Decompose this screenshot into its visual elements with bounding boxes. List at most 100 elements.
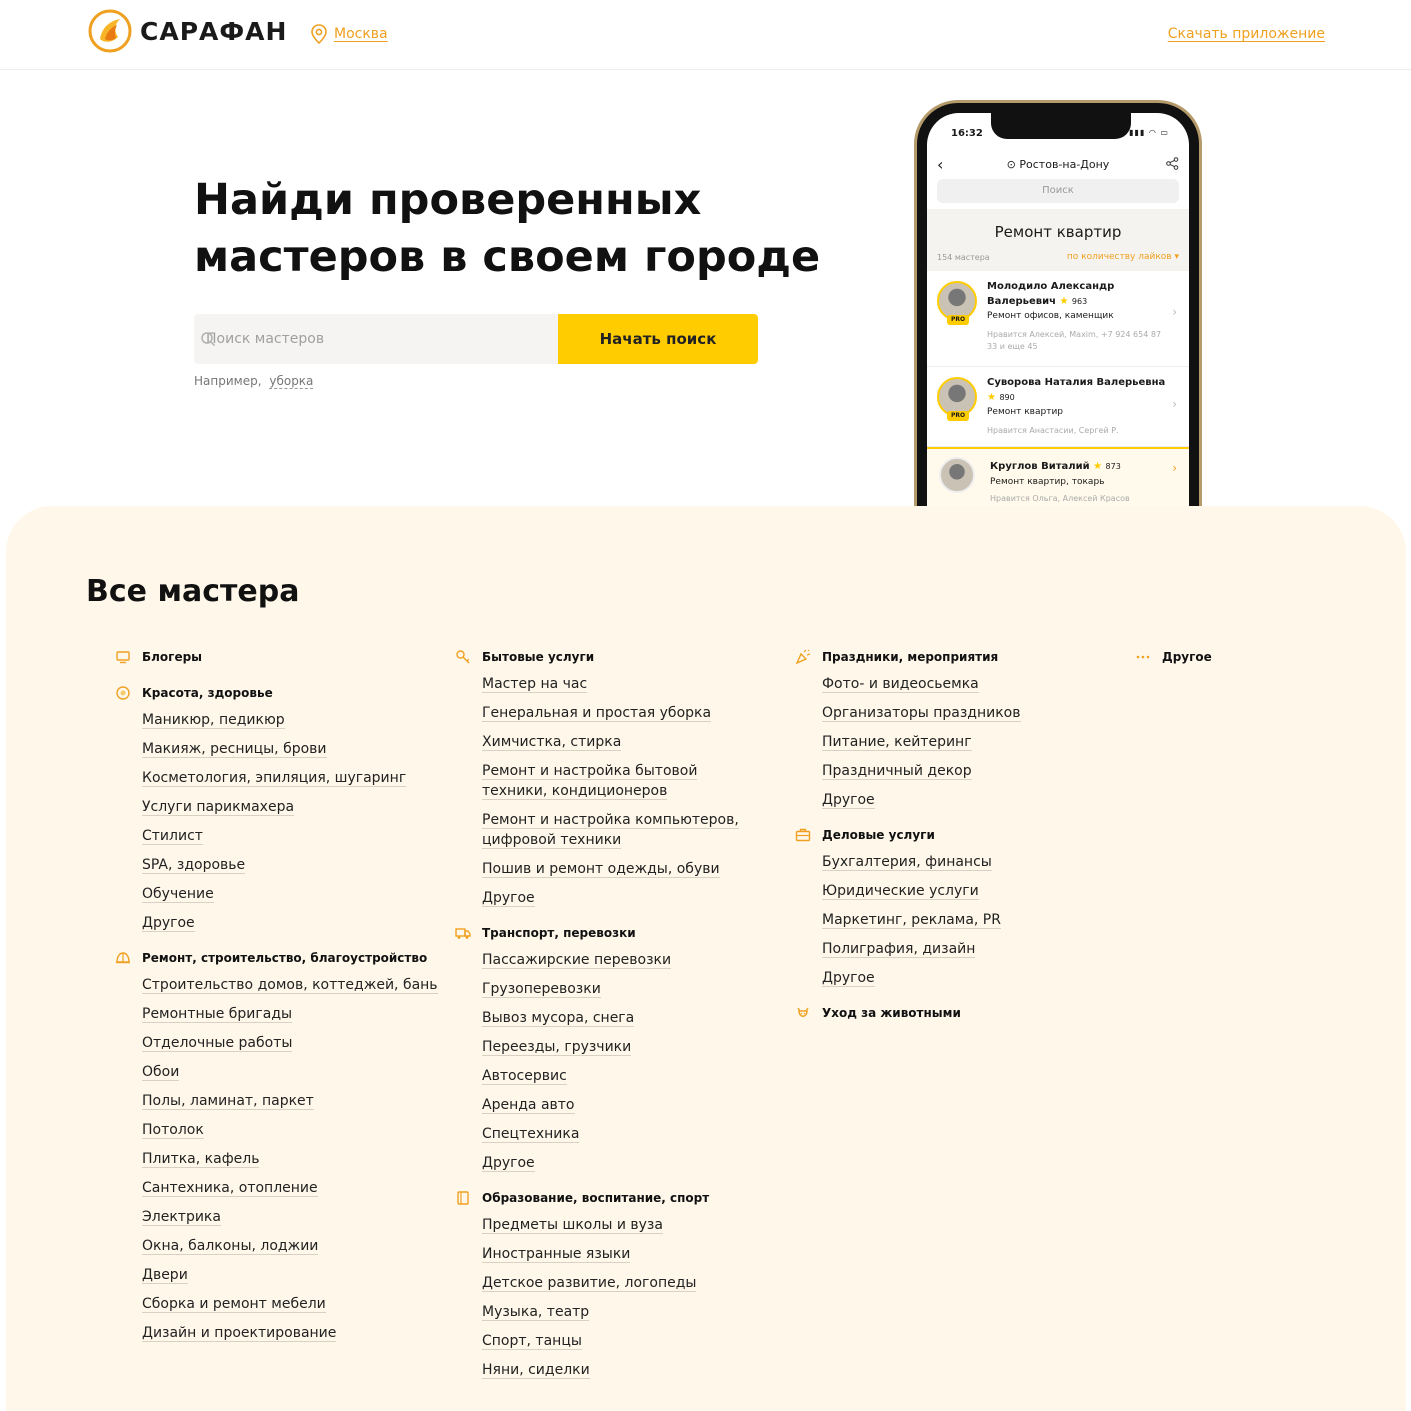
subcategory-item: Другое bbox=[822, 790, 1102, 810]
subcategory-link[interactable]: Пассажирские перевозки bbox=[482, 952, 672, 969]
subcategory-link[interactable]: Электрика bbox=[142, 1209, 221, 1226]
subcategory-link[interactable]: Другое bbox=[482, 890, 535, 907]
category-title[interactable]: Бытовые услуги bbox=[482, 650, 594, 664]
subcategory-item: Полиграфия, дизайн bbox=[822, 939, 1102, 959]
category-header[interactable]: Праздники, мероприятия bbox=[795, 646, 1102, 668]
subcategory-item: Праздничный декор bbox=[822, 761, 1102, 781]
subcategory-link[interactable]: Полы, ламинат, паркет bbox=[142, 1093, 314, 1110]
logo[interactable]: САРАФАН bbox=[88, 9, 287, 53]
subcategory-link[interactable]: Автосервис bbox=[482, 1068, 567, 1085]
subcategory-link[interactable]: Аренда авто bbox=[482, 1097, 575, 1114]
hero-title-line-1: Найди проверенных bbox=[194, 175, 702, 225]
subcategory-link[interactable]: Потолок bbox=[142, 1122, 204, 1139]
master-job: Ремонт квартир, токарь bbox=[990, 477, 1105, 487]
category-header[interactable]: Бытовые услуги bbox=[456, 646, 762, 668]
subcategory-link[interactable]: Музыка, театр bbox=[482, 1304, 590, 1321]
subcategory-link[interactable]: Химчистка, стирка bbox=[482, 734, 622, 751]
subcategory-link[interactable]: Праздничный декор bbox=[822, 763, 972, 780]
subcategory-link[interactable]: Генеральная и простая уборка bbox=[482, 705, 712, 722]
subcategory-item: Мастер на час bbox=[482, 674, 762, 694]
subcategory-link[interactable]: Дизайн и проектирование bbox=[142, 1325, 337, 1342]
subcategory-link[interactable]: Переезды, грузчики bbox=[482, 1039, 632, 1056]
category-group: Ремонт, строительство, благоустройство Ст… bbox=[116, 947, 442, 1343]
subcategory-link[interactable]: Питание, кейтеринг bbox=[822, 734, 972, 751]
category-header[interactable]: Уход за животными bbox=[797, 1002, 1102, 1024]
subcategory-link[interactable]: Маркетинг, реклама, PR bbox=[822, 912, 1001, 929]
subcategory-link[interactable]: Стилист bbox=[142, 828, 203, 845]
subcategory-link[interactable]: Обои bbox=[142, 1064, 180, 1081]
category-header[interactable]: Другое bbox=[1136, 646, 1362, 668]
category-title[interactable]: Праздники, мероприятия bbox=[822, 650, 998, 664]
subcategory-link[interactable]: Юридические услуги bbox=[822, 883, 979, 900]
category-title[interactable]: Блогеры bbox=[142, 650, 202, 664]
subcategory-link[interactable]: Двери bbox=[142, 1267, 188, 1284]
pro-badge: PRO bbox=[947, 411, 969, 421]
subcategory-link[interactable]: Косметология, эпиляция, шугаринг bbox=[142, 770, 407, 787]
helmet-icon bbox=[114, 949, 132, 967]
subcategory-link[interactable]: SPA, здоровье bbox=[142, 857, 246, 874]
category-title[interactable]: Ремонт, строительство, благоустройство bbox=[142, 951, 427, 965]
example-link[interactable]: уборка bbox=[269, 374, 314, 389]
search-icon bbox=[201, 332, 216, 347]
category-header[interactable]: Транспорт, перевозки bbox=[455, 922, 762, 944]
subcategory-link[interactable]: Предметы школы и вуза bbox=[482, 1217, 663, 1234]
subcategory-link[interactable]: Окна, балконы, лоджии bbox=[142, 1238, 319, 1255]
city-link[interactable]: Москва bbox=[334, 26, 388, 42]
subcategory-item: Сборка и ремонт мебели bbox=[142, 1294, 442, 1314]
chevron-right-icon: › bbox=[1172, 397, 1177, 411]
monitor-icon bbox=[114, 648, 132, 666]
subcategory-item: Организаторы праздников bbox=[822, 703, 1102, 723]
phone-notch bbox=[991, 113, 1131, 139]
category-title[interactable]: Красота, здоровье bbox=[142, 686, 273, 700]
subcategory-link[interactable]: Ремонт и настройка бытовой техники, конд… bbox=[482, 763, 698, 800]
subcategory-link[interactable]: Сантехника, отопление bbox=[142, 1180, 318, 1197]
subcategory-link[interactable]: Пошив и ремонт одежды, обуви bbox=[482, 861, 720, 878]
subcategory-link[interactable]: Полиграфия, дизайн bbox=[822, 941, 976, 958]
subcategory-link[interactable]: Плитка, кафель bbox=[142, 1151, 260, 1168]
category-title[interactable]: Образование, воспитание, спорт bbox=[482, 1191, 709, 1205]
category-group: Деловые услуги Бухгалтерия, финансы Юридич… bbox=[795, 824, 1102, 988]
subcategory-link[interactable]: Макияж, ресницы, брови bbox=[142, 741, 327, 758]
subcategory-link[interactable]: Ремонтные бригады bbox=[142, 1006, 293, 1023]
subcategory-link[interactable]: Другое bbox=[142, 915, 195, 932]
catalog-column-2: Бытовые услуги Мастер на час Генеральная и… bbox=[455, 646, 762, 1394]
category-header[interactable]: Образование, воспитание, спорт bbox=[457, 1187, 762, 1209]
subcategory-link[interactable]: Организаторы праздников bbox=[822, 705, 1021, 722]
category-group: Образование, воспитание, спорт Предметы ш… bbox=[457, 1187, 762, 1380]
category-title[interactable]: Уход за животными bbox=[822, 1006, 961, 1020]
category-header[interactable]: Красота, здоровье bbox=[116, 682, 442, 704]
subcategory-link[interactable]: Маникюр, педикюр bbox=[142, 712, 285, 729]
subcategory-list: Строительство домов, коттеджей, бань Ремо… bbox=[142, 975, 442, 1343]
category-header[interactable]: Блогеры bbox=[116, 646, 442, 668]
subcategory-link[interactable]: Няни, сиделки bbox=[482, 1362, 590, 1379]
subcategory-link[interactable]: Ремонт и настройка компьютеров, цифровой… bbox=[482, 812, 739, 849]
subcategory-link[interactable]: Вывоз мусора, снега bbox=[482, 1010, 635, 1027]
search-input[interactable] bbox=[194, 314, 558, 364]
master-job: Ремонт офисов, каменщик bbox=[987, 311, 1114, 321]
subcategory-link[interactable]: Фото- и видеосьемка bbox=[822, 676, 979, 693]
city-selector[interactable]: Москва bbox=[310, 24, 388, 44]
subcategory-link[interactable]: Другое bbox=[482, 1155, 535, 1172]
subcategory-link[interactable]: Бухгалтерия, финансы bbox=[822, 854, 992, 871]
subcategory-link[interactable]: Спецтехника bbox=[482, 1126, 580, 1143]
category-title[interactable]: Другое bbox=[1162, 650, 1212, 664]
start-search-button[interactable]: Начать поиск bbox=[558, 314, 758, 364]
category-header[interactable]: Ремонт, строительство, благоустройство bbox=[116, 947, 442, 969]
subcategory-link[interactable]: Обучение bbox=[142, 886, 214, 903]
subcategory-link[interactable]: Услуги парикмахера bbox=[142, 799, 295, 816]
subcategory-link[interactable]: Спорт, танцы bbox=[482, 1333, 582, 1350]
subcategory-link[interactable]: Грузоперевозки bbox=[482, 981, 601, 998]
category-title[interactable]: Деловые услуги bbox=[822, 828, 935, 842]
subcategory-link[interactable]: Мастер на час bbox=[482, 676, 588, 693]
category-title[interactable]: Транспорт, перевозки bbox=[482, 926, 636, 940]
subcategory-link[interactable]: Другое bbox=[822, 792, 875, 809]
subcategory-link[interactable]: Другое bbox=[822, 970, 875, 987]
download-app-link[interactable]: Скачать приложение bbox=[1168, 26, 1325, 42]
subcategory-link[interactable]: Иностранные языки bbox=[482, 1246, 631, 1263]
subcategory-link[interactable]: Детское развитие, логопеды bbox=[482, 1275, 697, 1292]
subcategory-item: Плитка, кафель bbox=[142, 1149, 442, 1169]
category-header[interactable]: Деловые услуги bbox=[795, 824, 1102, 846]
subcategory-link[interactable]: Строительство домов, коттеджей, бань bbox=[142, 977, 438, 994]
subcategory-link[interactable]: Отделочные работы bbox=[142, 1035, 293, 1052]
subcategory-link[interactable]: Сборка и ремонт мебели bbox=[142, 1296, 326, 1313]
